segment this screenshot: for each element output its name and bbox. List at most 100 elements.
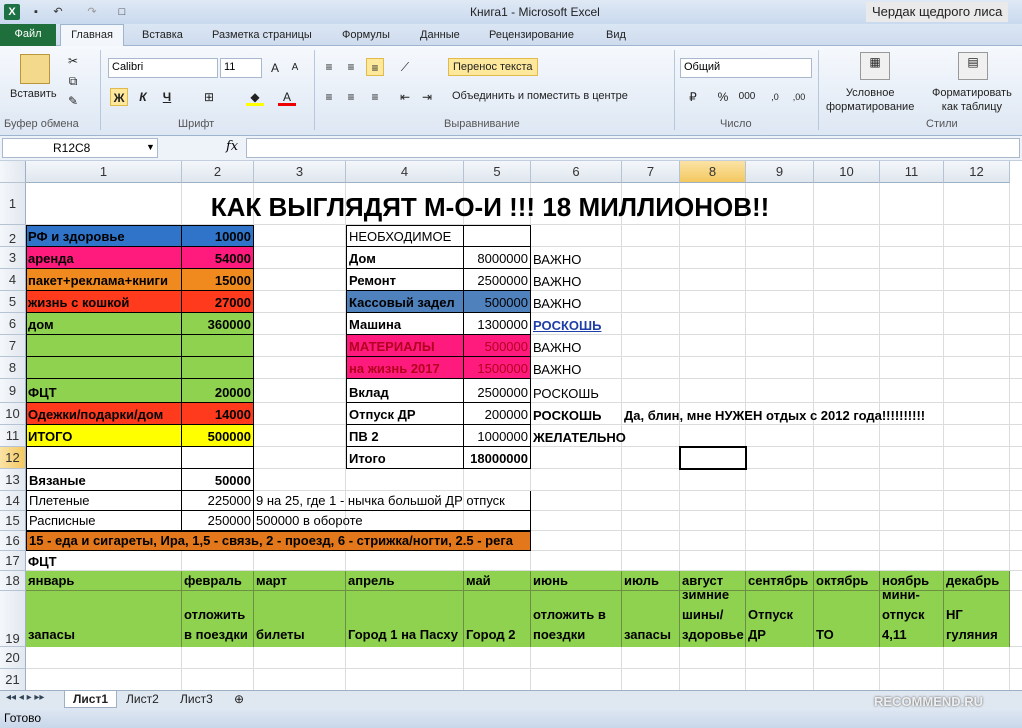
empty-cell[interactable] <box>464 225 531 247</box>
left-table-value[interactable]: 360000 <box>182 313 254 335</box>
left-table-value[interactable]: 15000 <box>182 269 254 291</box>
month-header[interactable]: апрель <box>346 571 464 591</box>
grow-font-icon[interactable]: A <box>266 59 284 77</box>
column-header[interactable]: 4 <box>346 161 464 183</box>
thousands-icon[interactable]: 000 <box>738 88 756 106</box>
month-plan[interactable]: Город 2 <box>464 591 531 647</box>
left-table-label[interactable]: пакет+реклама+книги <box>26 269 182 291</box>
month-plan[interactable]: ТО <box>814 591 880 647</box>
save-icon[interactable]: ▪ <box>28 4 44 20</box>
italic-button[interactable]: К <box>134 88 152 106</box>
shrink-font-icon[interactable]: A <box>286 59 304 77</box>
row-header[interactable]: 4 <box>0 269 26 291</box>
right-table-label[interactable]: МАТЕРИАЛЫ <box>346 335 464 357</box>
align-bottom-icon[interactable]: ≡ <box>366 58 384 76</box>
tab-formulas[interactable]: Формулы <box>334 27 398 46</box>
column-header[interactable]: 10 <box>814 161 880 183</box>
tab-page-layout[interactable]: Разметка страницы <box>204 27 320 46</box>
row-header[interactable]: 9 <box>0 379 26 403</box>
month-plan[interactable]: Город 1 на Пасху <box>346 591 464 647</box>
increase-indent-icon[interactable]: ⇥ <box>418 88 436 106</box>
left-table-value[interactable]: 27000 <box>182 291 254 313</box>
small-table-value[interactable]: 225000 <box>182 491 254 511</box>
left-table-label[interactable]: ИТОГО <box>26 425 182 447</box>
row-header[interactable]: 14 <box>0 491 26 511</box>
wrap-text-button[interactable]: Перенос текста <box>448 58 538 76</box>
left-table-label[interactable] <box>26 357 182 379</box>
left-table-label[interactable]: РФ и здоровье <box>26 225 182 247</box>
conditional-format-button[interactable]: Условное форматирование <box>826 86 914 114</box>
month-plan[interactable]: билеты <box>254 591 346 647</box>
month-plan[interactable]: мини-отпуск 4,11 <box>880 587 944 647</box>
right-table-label[interactable]: Ремонт <box>346 269 464 291</box>
row-header[interactable]: 13 <box>0 469 26 491</box>
left-table-value[interactable]: 20000 <box>182 379 254 403</box>
right-table-note[interactable]: ВАЖНО <box>531 247 622 269</box>
right-table-note[interactable]: ЖЕЛАТЕЛЬНО <box>531 425 626 447</box>
left-table-value[interactable]: 10000 <box>182 225 254 247</box>
row-header[interactable]: 5 <box>0 291 26 313</box>
number-format-select[interactable]: Общий <box>680 58 812 78</box>
merge-center-button[interactable]: Объединить и поместить в центре <box>452 90 628 102</box>
insert-function-icon[interactable]: fx <box>226 139 238 154</box>
right-table-value[interactable]: 1000000 <box>464 425 531 447</box>
bold-button[interactable]: Ж <box>110 88 128 106</box>
month-header[interactable]: сентябрь <box>746 571 814 591</box>
expenses-note[interactable]: 15 - еда и сигареты, Ира, 1,5 - связь, 2… <box>26 531 531 551</box>
sheet-title[interactable]: КАК ВЫГЛЯДЯТ М-О-И !!! 18 МИЛЛИОНОВ!! <box>160 183 820 225</box>
month-header[interactable]: октябрь <box>814 571 880 591</box>
right-table-value[interactable]: 8000000 <box>464 247 531 269</box>
small-table-label[interactable]: Вязаные <box>26 469 182 491</box>
right-table-label[interactable]: Машина <box>346 313 464 335</box>
month-plan[interactable]: отложить в поездки <box>182 591 254 647</box>
increase-decimal-icon[interactable]: ,0 <box>766 88 784 106</box>
left-table-label[interactable]: Одежки/подарки/дом <box>26 403 182 425</box>
left-table-label[interactable]: ФЦТ <box>26 379 182 403</box>
small-table-note[interactable]: 9 на 25, где 1 - нычка большой ДР отпуск <box>254 491 531 511</box>
column-header[interactable]: 9 <box>746 161 814 183</box>
month-header[interactable]: май <box>464 571 531 591</box>
row-header[interactable]: 10 <box>0 403 26 425</box>
row-header[interactable]: 20 <box>0 647 26 669</box>
row-header[interactable]: 6 <box>0 313 26 335</box>
left-table-label[interactable] <box>26 335 182 357</box>
right-table-value[interactable]: 18000000 <box>464 447 531 469</box>
right-table-label[interactable]: ПВ 2 <box>346 425 464 447</box>
font-size-select[interactable]: 11 <box>220 58 262 78</box>
right-table-note[interactable]: ВАЖНО <box>531 291 622 313</box>
new-sheet-icon[interactable]: ⊕ <box>226 691 252 708</box>
fct-label[interactable]: ФЦТ <box>26 551 182 571</box>
orientation-icon[interactable]: ⟋ <box>396 58 414 76</box>
right-table-note[interactable]: ВАЖНО <box>531 357 622 379</box>
left-table-label[interactable]: жизнь с кошкой <box>26 291 182 313</box>
row-header[interactable]: 1 <box>0 183 26 225</box>
empty-cell[interactable] <box>26 447 182 469</box>
right-table-label[interactable]: Итого <box>346 447 464 469</box>
month-plan[interactable]: зимние шины/ здоровье <box>680 587 746 647</box>
month-header[interactable]: март <box>254 571 346 591</box>
tab-insert[interactable]: Вставка <box>134 27 191 46</box>
column-header[interactable]: 6 <box>531 161 622 183</box>
row-header[interactable]: 19 <box>0 591 26 647</box>
tab-data[interactable]: Данные <box>412 27 468 46</box>
name-box-dropdown-icon[interactable]: ▼ <box>146 142 155 152</box>
row-header[interactable]: 17 <box>0 551 26 571</box>
cut-icon[interactable]: ✂ <box>64 52 82 70</box>
row-header[interactable]: 12 <box>0 447 26 469</box>
month-header[interactable]: июль <box>622 571 680 591</box>
column-header[interactable]: 2 <box>182 161 254 183</box>
month-plan[interactable]: запасы <box>622 591 680 647</box>
right-table-value[interactable]: 500000 <box>464 291 531 313</box>
right-table-value[interactable]: 2500000 <box>464 269 531 291</box>
empty-cell[interactable] <box>182 447 254 469</box>
column-header[interactable]: 8 <box>680 161 746 183</box>
left-table-value[interactable]: 500000 <box>182 425 254 447</box>
spreadsheet-grid[interactable]: 1 2 3 4 5 6 7 8 9 10 11 12 1 2 3 4 5 6 7 8 9 10 11 12 13 14 15 16 17… <box>0 161 1022 690</box>
row-header[interactable]: 21 <box>0 669 26 690</box>
right-table-note[interactable]: ВАЖНО <box>531 335 622 357</box>
row-header[interactable]: 11 <box>0 425 26 447</box>
row-header[interactable]: 8 <box>0 357 26 379</box>
month-header[interactable]: январь <box>26 571 182 591</box>
select-all-corner[interactable] <box>0 161 26 183</box>
underline-button[interactable]: Ч <box>158 88 176 106</box>
